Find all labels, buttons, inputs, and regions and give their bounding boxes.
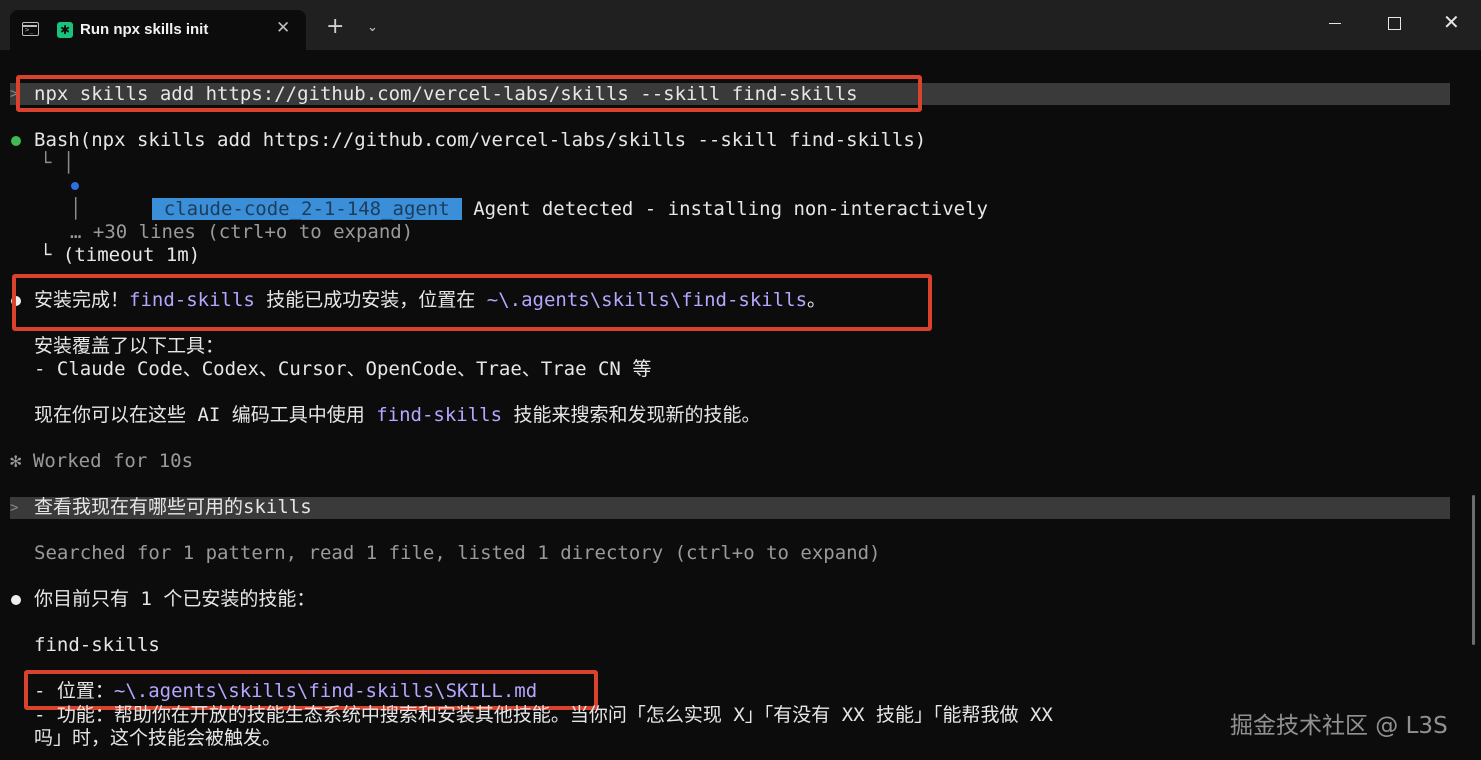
watermark: 掘金技术社区 @ L3S xyxy=(1230,713,1448,739)
highlight-box xyxy=(12,274,932,331)
scrollbar[interactable] xyxy=(1472,495,1475,645)
app-icon: ✱ xyxy=(57,22,73,38)
prompt-marker: > xyxy=(10,500,19,516)
minimize-button[interactable] xyxy=(1329,23,1341,24)
answer-line: 你目前只有 1 个已安装的技能： xyxy=(34,588,316,610)
agent-badge: claude-code_2-1-148_agent xyxy=(151,198,462,220)
tab-title: Run npx skills init xyxy=(80,21,209,38)
collapsed-lines[interactable]: … +30 lines (ctrl+o to expand) xyxy=(70,221,413,244)
function-line-2: 吗」时，这个技能会被触发。 xyxy=(34,727,282,749)
tools-heading: 安装覆盖了以下工具： xyxy=(34,335,225,357)
timeout-line: └ (timeout 1m) xyxy=(40,244,201,266)
success-dot-icon xyxy=(11,136,21,146)
usage-suffix: 技能来搜索和发现新的技能。 xyxy=(502,404,761,426)
usage-prefix: 现在你可以在这些 AI 编码工具中使用 xyxy=(34,404,377,426)
bullet-dot-icon xyxy=(11,595,21,605)
function-line: - 功能：帮助你在开放的技能生态系统中搜索和安装其他技能。当你问「怎么实现 X」… xyxy=(34,704,1053,726)
tab-run-npx-skills[interactable]: >_ ✱ Run npx skills init ✕ xyxy=(10,10,306,50)
bash-call: Bash(npx skills add https://github.com/v… xyxy=(34,129,927,151)
tree-connector: └ │ xyxy=(40,152,75,174)
tab-close-icon[interactable]: ✕ xyxy=(276,18,290,38)
agent-message: Agent detected - installing non-interact… xyxy=(473,198,988,220)
close-window-button[interactable]: ✕ xyxy=(1443,10,1460,34)
skill-name: find-skills xyxy=(34,634,160,656)
usage-line: 现在你可以在这些 AI 编码工具中使用 find-skills 技能来搜索和发现… xyxy=(34,404,761,427)
tree-pipe: │ xyxy=(70,198,82,220)
title-bar: >_ ✱ Run npx skills init ✕ + ⌄ ✕ xyxy=(0,0,1481,50)
maximize-button[interactable] xyxy=(1388,17,1401,30)
highlight-box xyxy=(16,75,922,112)
skill-ref: find-skills xyxy=(376,404,503,426)
terminal-output[interactable]: > npx skills add https://github.com/verc… xyxy=(0,50,1481,760)
chevron-down-icon[interactable]: ⌄ xyxy=(367,20,378,35)
step-dot-icon xyxy=(71,182,79,190)
terminal-icon: >_ xyxy=(22,22,39,36)
search-summary[interactable]: Searched for 1 pattern, read 1 file, lis… xyxy=(34,542,880,565)
user-prompt: 查看我现在有哪些可用的skills xyxy=(34,496,312,518)
tools-list: - Claude Code、Codex、Cursor、OpenCode、Trae… xyxy=(34,358,652,380)
worked-status: ✻ Worked for 10s xyxy=(10,450,194,472)
new-tab-button[interactable]: + xyxy=(326,16,344,38)
